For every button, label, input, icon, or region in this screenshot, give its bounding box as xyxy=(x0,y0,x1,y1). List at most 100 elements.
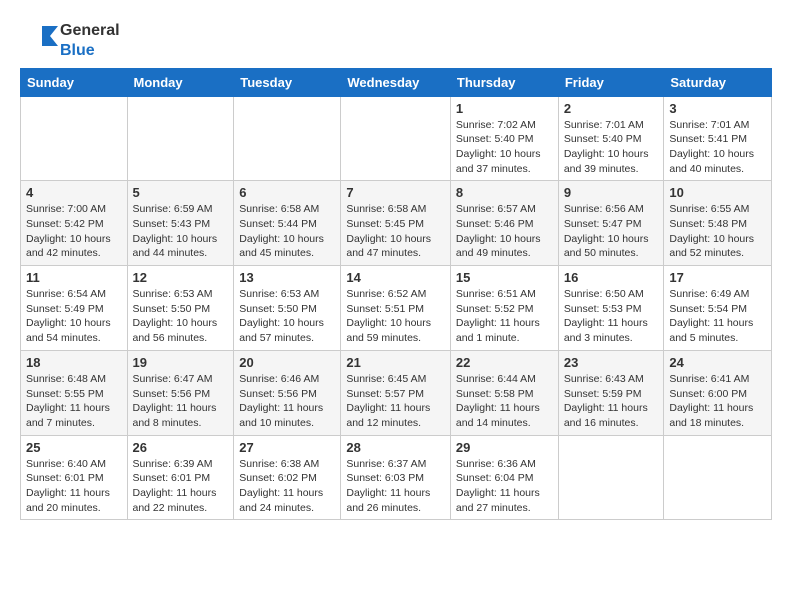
day-info: Sunrise: 6:45 AMSunset: 5:57 PMDaylight:… xyxy=(346,372,445,431)
calendar-day-8: 8 Sunrise: 6:57 AMSunset: 5:46 PMDaylight… xyxy=(450,181,558,266)
weekday-header-sunday: Sunday xyxy=(21,68,128,96)
day-number: 19 xyxy=(133,355,229,370)
weekday-header-friday: Friday xyxy=(558,68,664,96)
calendar-day-9: 9 Sunrise: 6:56 AMSunset: 5:47 PMDaylight… xyxy=(558,181,664,266)
calendar-week-row: 4Sunrise: 7:00 AMSunset: 5:42 PMDaylight… xyxy=(21,181,772,266)
calendar-day-1: 1 Sunrise: 7:02 AMSunset: 5:40 PMDaylight… xyxy=(450,96,558,181)
day-number: 18 xyxy=(26,355,122,370)
calendar-empty-cell xyxy=(341,96,451,181)
calendar-day-23: 23 Sunrise: 6:43 AMSunset: 5:59 PMDayligh… xyxy=(558,350,664,435)
calendar-empty-cell xyxy=(127,96,234,181)
calendar-day-20: 20 Sunrise: 6:46 AMSunset: 5:56 PMDayligh… xyxy=(234,350,341,435)
weekday-header-wednesday: Wednesday xyxy=(341,68,451,96)
day-number: 12 xyxy=(133,270,229,285)
calendar-day-16: 16Sunrise: 6:50 AMSunset: 5:53 PMDayligh… xyxy=(558,266,664,351)
day-info: Sunrise: 7:01 AMSunset: 5:41 PMDaylight:… xyxy=(669,118,766,177)
day-number: 7 xyxy=(346,185,445,200)
day-info: Sunrise: 6:48 AMSunset: 5:55 PMDaylight:… xyxy=(26,372,122,431)
calendar-day-28: 28 Sunrise: 6:37 AMSunset: 6:03 PMDayligh… xyxy=(341,435,451,520)
day-number: 14 xyxy=(346,270,445,285)
day-info: Sunrise: 6:50 AMSunset: 5:53 PMDaylight:… xyxy=(564,287,659,346)
calendar-week-row: 18 Sunrise: 6:48 AMSunset: 5:55 PMDayligh… xyxy=(21,350,772,435)
calendar-day-4: 4Sunrise: 7:00 AMSunset: 5:42 PMDaylight… xyxy=(21,181,128,266)
page-header: GeneralBlue xyxy=(20,20,772,60)
day-number: 25 xyxy=(26,440,122,455)
day-number: 24 xyxy=(669,355,766,370)
day-info: Sunrise: 6:49 AMSunset: 5:54 PMDaylight:… xyxy=(669,287,766,346)
calendar-day-22: 22 Sunrise: 6:44 AMSunset: 5:58 PMDayligh… xyxy=(450,350,558,435)
day-info: Sunrise: 6:51 AMSunset: 5:52 PMDaylight:… xyxy=(456,287,553,346)
day-info: Sunrise: 6:39 AMSunset: 6:01 PMDaylight:… xyxy=(133,457,229,516)
day-info: Sunrise: 7:02 AMSunset: 5:40 PMDaylight:… xyxy=(456,118,553,177)
calendar-week-row: 1 Sunrise: 7:02 AMSunset: 5:40 PMDaylight… xyxy=(21,96,772,181)
calendar-table: SundayMondayTuesdayWednesdayThursdayFrid… xyxy=(20,68,772,521)
calendar-day-2: 2Sunrise: 7:01 AMSunset: 5:40 PMDaylight… xyxy=(558,96,664,181)
day-info: Sunrise: 6:41 AMSunset: 6:00 PMDaylight:… xyxy=(669,372,766,431)
calendar-day-3: 3 Sunrise: 7:01 AMSunset: 5:41 PMDaylight… xyxy=(664,96,772,181)
day-number: 9 xyxy=(564,185,659,200)
calendar-day-24: 24 Sunrise: 6:41 AMSunset: 6:00 PMDayligh… xyxy=(664,350,772,435)
calendar-empty-cell xyxy=(21,96,128,181)
calendar-week-row: 11 Sunrise: 6:54 AMSunset: 5:49 PMDayligh… xyxy=(21,266,772,351)
calendar-day-29: 29 Sunrise: 6:36 AMSunset: 6:04 PMDayligh… xyxy=(450,435,558,520)
logo-text: GeneralBlue xyxy=(60,20,120,60)
day-number: 4 xyxy=(26,185,122,200)
calendar-week-row: 25 Sunrise: 6:40 AMSunset: 6:01 PMDayligh… xyxy=(21,435,772,520)
day-number: 2 xyxy=(564,101,659,116)
calendar-day-6: 6 Sunrise: 6:58 AMSunset: 5:44 PMDaylight… xyxy=(234,181,341,266)
day-number: 6 xyxy=(239,185,335,200)
calendar-day-15: 15 Sunrise: 6:51 AMSunset: 5:52 PMDayligh… xyxy=(450,266,558,351)
day-info: Sunrise: 6:56 AMSunset: 5:47 PMDaylight:… xyxy=(564,202,659,261)
day-info: Sunrise: 6:55 AMSunset: 5:48 PMDaylight:… xyxy=(669,202,766,261)
day-info: Sunrise: 6:43 AMSunset: 5:59 PMDaylight:… xyxy=(564,372,659,431)
day-number: 17 xyxy=(669,270,766,285)
calendar-day-21: 21 Sunrise: 6:45 AMSunset: 5:57 PMDayligh… xyxy=(341,350,451,435)
weekday-header-row: SundayMondayTuesdayWednesdayThursdayFrid… xyxy=(21,68,772,96)
day-number: 5 xyxy=(133,185,229,200)
day-number: 3 xyxy=(669,101,766,116)
day-info: Sunrise: 6:57 AMSunset: 5:46 PMDaylight:… xyxy=(456,202,553,261)
day-info: Sunrise: 6:44 AMSunset: 5:58 PMDaylight:… xyxy=(456,372,553,431)
day-info: Sunrise: 6:40 AMSunset: 6:01 PMDaylight:… xyxy=(26,457,122,516)
logo: GeneralBlue xyxy=(20,20,120,60)
day-number: 11 xyxy=(26,270,122,285)
day-number: 29 xyxy=(456,440,553,455)
weekday-header-tuesday: Tuesday xyxy=(234,68,341,96)
day-info: Sunrise: 6:53 AMSunset: 5:50 PMDaylight:… xyxy=(133,287,229,346)
day-info: Sunrise: 6:46 AMSunset: 5:56 PMDaylight:… xyxy=(239,372,335,431)
day-info: Sunrise: 6:58 AMSunset: 5:44 PMDaylight:… xyxy=(239,202,335,261)
logo-svg xyxy=(20,22,60,58)
day-number: 21 xyxy=(346,355,445,370)
day-info: Sunrise: 6:59 AMSunset: 5:43 PMDaylight:… xyxy=(133,202,229,261)
day-number: 26 xyxy=(133,440,229,455)
calendar-day-18: 18 Sunrise: 6:48 AMSunset: 5:55 PMDayligh… xyxy=(21,350,128,435)
day-number: 27 xyxy=(239,440,335,455)
day-info: Sunrise: 6:37 AMSunset: 6:03 PMDaylight:… xyxy=(346,457,445,516)
calendar-day-26: 26 Sunrise: 6:39 AMSunset: 6:01 PMDayligh… xyxy=(127,435,234,520)
day-info: Sunrise: 6:52 AMSunset: 5:51 PMDaylight:… xyxy=(346,287,445,346)
day-number: 22 xyxy=(456,355,553,370)
calendar-day-19: 19 Sunrise: 6:47 AMSunset: 5:56 PMDayligh… xyxy=(127,350,234,435)
calendar-day-10: 10 Sunrise: 6:55 AMSunset: 5:48 PMDayligh… xyxy=(664,181,772,266)
day-info: Sunrise: 6:38 AMSunset: 6:02 PMDaylight:… xyxy=(239,457,335,516)
calendar-day-13: 13Sunrise: 6:53 AMSunset: 5:50 PMDayligh… xyxy=(234,266,341,351)
calendar-empty-cell xyxy=(664,435,772,520)
weekday-header-saturday: Saturday xyxy=(664,68,772,96)
day-info: Sunrise: 6:36 AMSunset: 6:04 PMDaylight:… xyxy=(456,457,553,516)
calendar-day-27: 27 Sunrise: 6:38 AMSunset: 6:02 PMDayligh… xyxy=(234,435,341,520)
day-number: 23 xyxy=(564,355,659,370)
day-info: Sunrise: 6:54 AMSunset: 5:49 PMDaylight:… xyxy=(26,287,122,346)
day-number: 13 xyxy=(239,270,335,285)
day-info: Sunrise: 6:58 AMSunset: 5:45 PMDaylight:… xyxy=(346,202,445,261)
day-number: 10 xyxy=(669,185,766,200)
calendar-day-11: 11 Sunrise: 6:54 AMSunset: 5:49 PMDayligh… xyxy=(21,266,128,351)
weekday-header-monday: Monday xyxy=(127,68,234,96)
day-number: 15 xyxy=(456,270,553,285)
day-number: 28 xyxy=(346,440,445,455)
day-number: 8 xyxy=(456,185,553,200)
day-number: 20 xyxy=(239,355,335,370)
calendar-day-12: 12 Sunrise: 6:53 AMSunset: 5:50 PMDayligh… xyxy=(127,266,234,351)
calendar-day-5: 5 Sunrise: 6:59 AMSunset: 5:43 PMDaylight… xyxy=(127,181,234,266)
day-info: Sunrise: 6:47 AMSunset: 5:56 PMDaylight:… xyxy=(133,372,229,431)
day-number: 1 xyxy=(456,101,553,116)
